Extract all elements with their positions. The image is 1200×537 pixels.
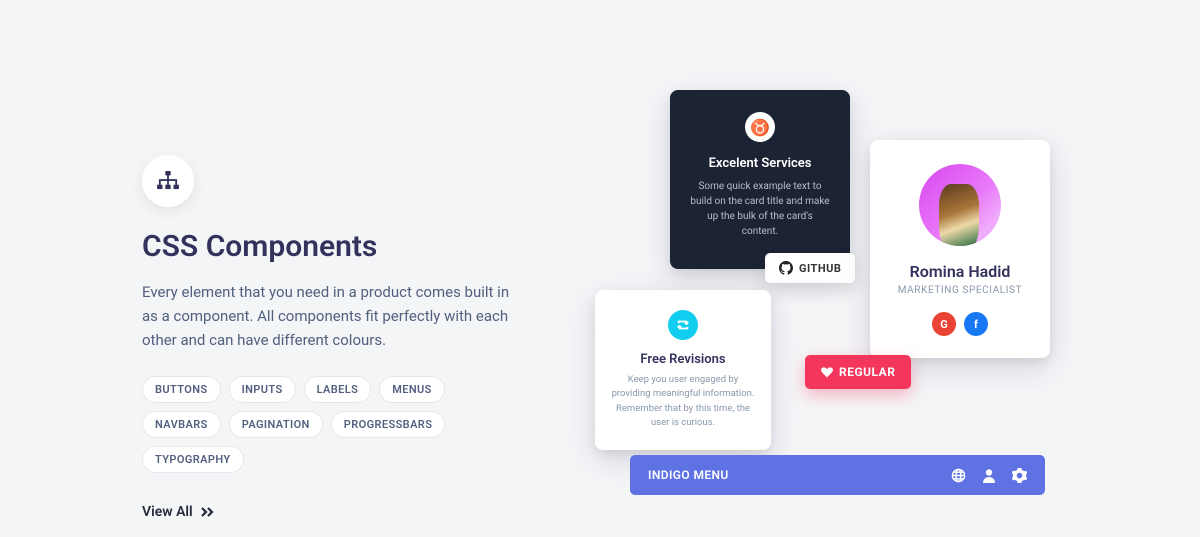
gear-icon[interactable] [1012, 468, 1027, 483]
heart-icon [821, 367, 833, 378]
social-links: G f [884, 312, 1036, 336]
regular-button[interactable]: REGULAR [805, 355, 911, 389]
loop-icon [668, 310, 698, 340]
regular-button-label: REGULAR [839, 365, 895, 379]
avatar [919, 164, 1001, 246]
collage-area: ♉ Excelent Services Some quick example t… [590, 80, 1150, 510]
github-button[interactable]: GITHUB [765, 253, 855, 283]
user-icon[interactable] [982, 468, 996, 483]
profile-name: Romina Hadid [884, 262, 1036, 281]
revisions-card: Free Revisions Keep you user engaged by … [595, 290, 771, 450]
github-button-label: GITHUB [799, 262, 841, 275]
sitemap-icon [142, 155, 194, 207]
google-icon[interactable]: G [932, 312, 956, 336]
pill-navbars[interactable]: NAVBARS [142, 411, 221, 438]
pill-buttons[interactable]: BUTTONS [142, 376, 221, 403]
section-heading: CSS Components [142, 229, 522, 264]
dark-service-card: ♉ Excelent Services Some quick example t… [670, 90, 850, 269]
left-column: CSS Components Every element that you ne… [142, 155, 522, 520]
dark-card-body: Some quick example text to build on the … [688, 179, 832, 239]
profile-role: MARKETING SPECIALIST [884, 285, 1036, 296]
pill-pagination[interactable]: PAGINATION [229, 411, 323, 438]
pill-labels[interactable]: LABELS [304, 376, 372, 403]
pill-typography[interactable]: TYPOGRAPHY [142, 446, 244, 473]
chevron-double-right-icon [201, 507, 215, 517]
menu-bar-label: INDIGO MENU [648, 468, 729, 482]
section-description: Every element that you need in a product… [142, 280, 522, 352]
indigo-menu-bar[interactable]: INDIGO MENU [630, 455, 1045, 495]
profile-card: Romina Hadid MARKETING SPECIALIST G f [870, 140, 1050, 358]
pill-progressbars[interactable]: PROGRESSBARS [331, 411, 446, 438]
revisions-title: Free Revisions [611, 352, 755, 367]
pill-inputs[interactable]: INPUTS [229, 376, 296, 403]
view-all-link[interactable]: View All [142, 504, 215, 520]
view-all-label: View All [142, 504, 193, 520]
pill-menus[interactable]: MENUS [379, 376, 445, 403]
github-icon [779, 261, 793, 275]
globe-icon[interactable] [951, 468, 966, 483]
pill-list: BUTTONS INPUTS LABELS MENUS NAVBARS PAGI… [142, 376, 522, 473]
dark-card-title: Excelent Services [688, 156, 832, 171]
facebook-icon[interactable]: f [964, 312, 988, 336]
revisions-body: Keep you user engaged by providing meani… [611, 373, 755, 430]
taurus-icon: ♉ [745, 112, 775, 142]
menu-bar-icons [951, 468, 1027, 483]
